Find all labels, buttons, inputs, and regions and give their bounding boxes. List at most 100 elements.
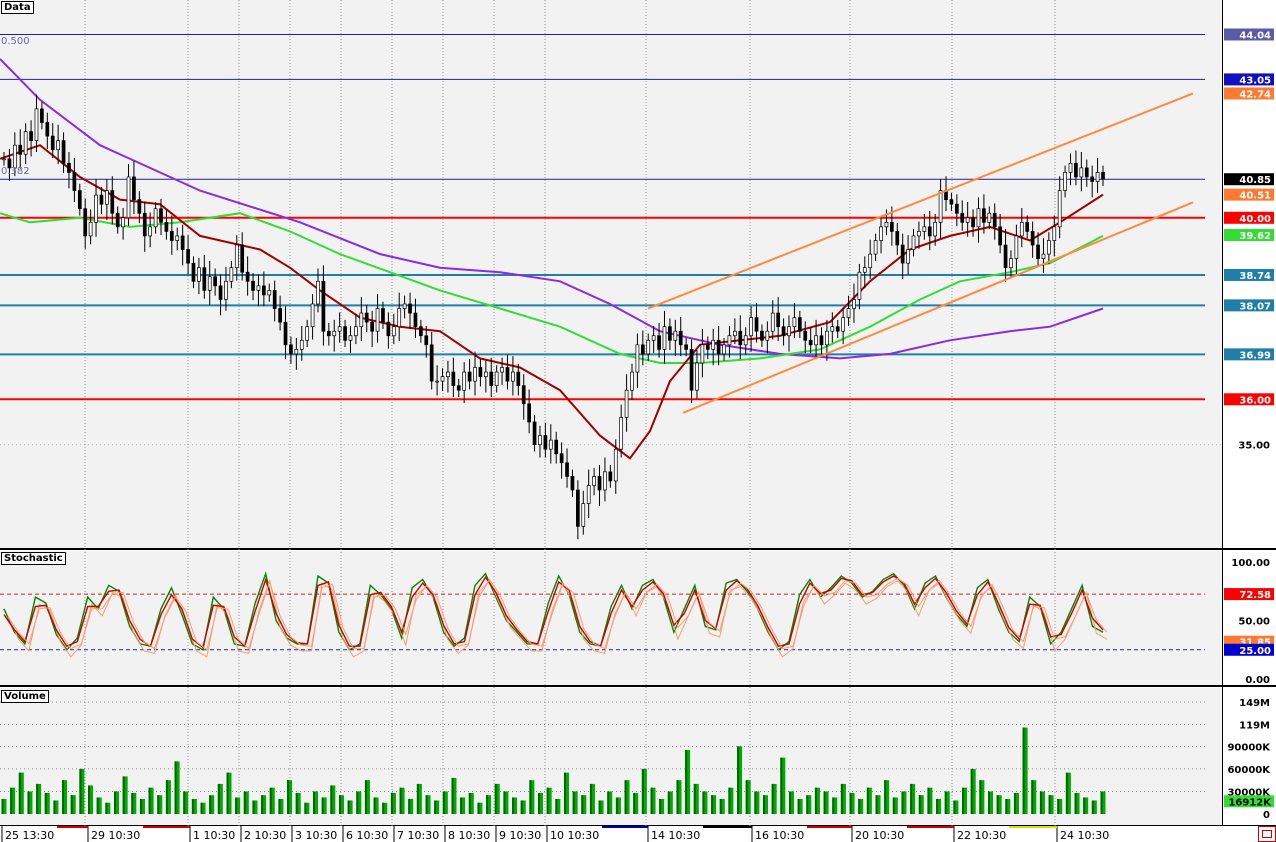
candle-body [153,208,158,228]
candle-body [695,362,699,391]
candle-body [927,226,932,237]
candle-body [917,231,921,237]
candle-body [2,158,6,161]
candle-body [478,367,483,377]
candle-body [722,344,726,355]
volume-bar-shade [650,787,653,814]
volume-bar-shade [278,798,281,814]
volume-bar-shade [53,800,56,814]
volume-bar-shade [529,780,532,814]
volume-bar-shade [79,768,82,814]
candle-body [1047,240,1051,255]
time-label: 8 10:30 [448,829,490,842]
volume-bar-shade [866,787,869,814]
candle-body [348,335,353,341]
candle-body [224,280,228,300]
candle-body [234,244,239,269]
candle-body [586,485,591,504]
volume-bar-shade [589,783,592,814]
volume-bar-shade [304,802,307,814]
volume-bar-shade [745,780,748,814]
time-label: 1 10:30 [193,829,235,842]
price-tag-label: 40.00 [1239,214,1271,225]
volume-bar-shade [390,792,393,814]
session-strip [807,826,852,828]
candle-body [408,303,412,314]
volume-bar-shade [988,791,991,814]
candle-body [359,312,364,328]
candle-body [370,321,374,332]
candle-body [110,190,115,214]
volume-bar-shade [737,746,740,814]
stochastic-pane-title: Stochastic [1,552,66,565]
volume-bar-shade [555,798,558,814]
volume-bar-shade [875,795,878,814]
candle-body [164,221,169,232]
volume-bar-shade [347,800,350,814]
candle-body [960,212,965,223]
candle-body [532,421,537,445]
candle-body [1063,172,1067,191]
candle-body [819,335,824,346]
volume-bar-shade [313,791,316,814]
volume-bar-shade [780,757,783,814]
volume-bar-shade [849,792,852,814]
candle-body [987,212,992,223]
volume-bar-shade [70,795,73,814]
candle-body [1079,167,1084,178]
candle-body [700,344,705,364]
candle-body [115,212,120,228]
candle-body [559,453,564,464]
candle-body [61,140,66,164]
price-tag-label: 38.07 [1239,301,1271,312]
candle-body [527,403,531,423]
candle-body [911,235,916,250]
candle-body [473,367,477,382]
candle-body [251,280,255,291]
candle-body [684,344,688,350]
candle-body [256,285,261,291]
volume-bar-shade [823,791,826,814]
candle-body [186,249,190,264]
volume-bar-shade [771,783,774,814]
candle-body [733,330,737,337]
candle-body [326,330,331,337]
price-tag-label: 40.51 [1239,191,1271,202]
candle-body [294,349,299,355]
candle-body [321,280,326,332]
candle-body [1084,167,1089,178]
candle-body [933,221,938,237]
candle-body [202,267,207,291]
volume-bar-shade [840,783,843,814]
volume-tag-label: 16912K [1228,797,1272,808]
candle-body [267,290,272,296]
session-strip [602,826,648,828]
volume-tick-label: 0 [1263,810,1270,821]
volume-bar-shade [486,795,489,814]
volume-bar-shade [546,787,549,814]
volume-bar-shade [494,783,497,814]
price-tag-label: 36.00 [1239,395,1271,406]
volume-bar-shade [1083,797,1086,814]
volume-bar-shade [209,795,212,814]
candle-body [884,221,889,228]
time-label: 2 10:30 [244,829,286,842]
candle-body [792,317,797,328]
candle-body [34,108,39,142]
candle-body [603,471,607,491]
volume-bar-shade [1013,792,1016,814]
candle-body [825,330,829,346]
candle-body [797,317,802,332]
volume-bar-shade [944,791,947,814]
candle-body [554,439,559,455]
volume-bar-shade [918,795,921,814]
volume-bar-shade [330,785,333,814]
stoch-tag-label: 25.00 [1239,646,1271,657]
candle-body [500,367,504,373]
volume-bar-shade [44,792,47,814]
volume-bar-shade [607,791,610,814]
volume-bar-shade [139,798,142,814]
scroll-end-button[interactable] [1258,826,1276,842]
volume-bar-shade [1074,792,1077,814]
candle-body [716,339,721,355]
